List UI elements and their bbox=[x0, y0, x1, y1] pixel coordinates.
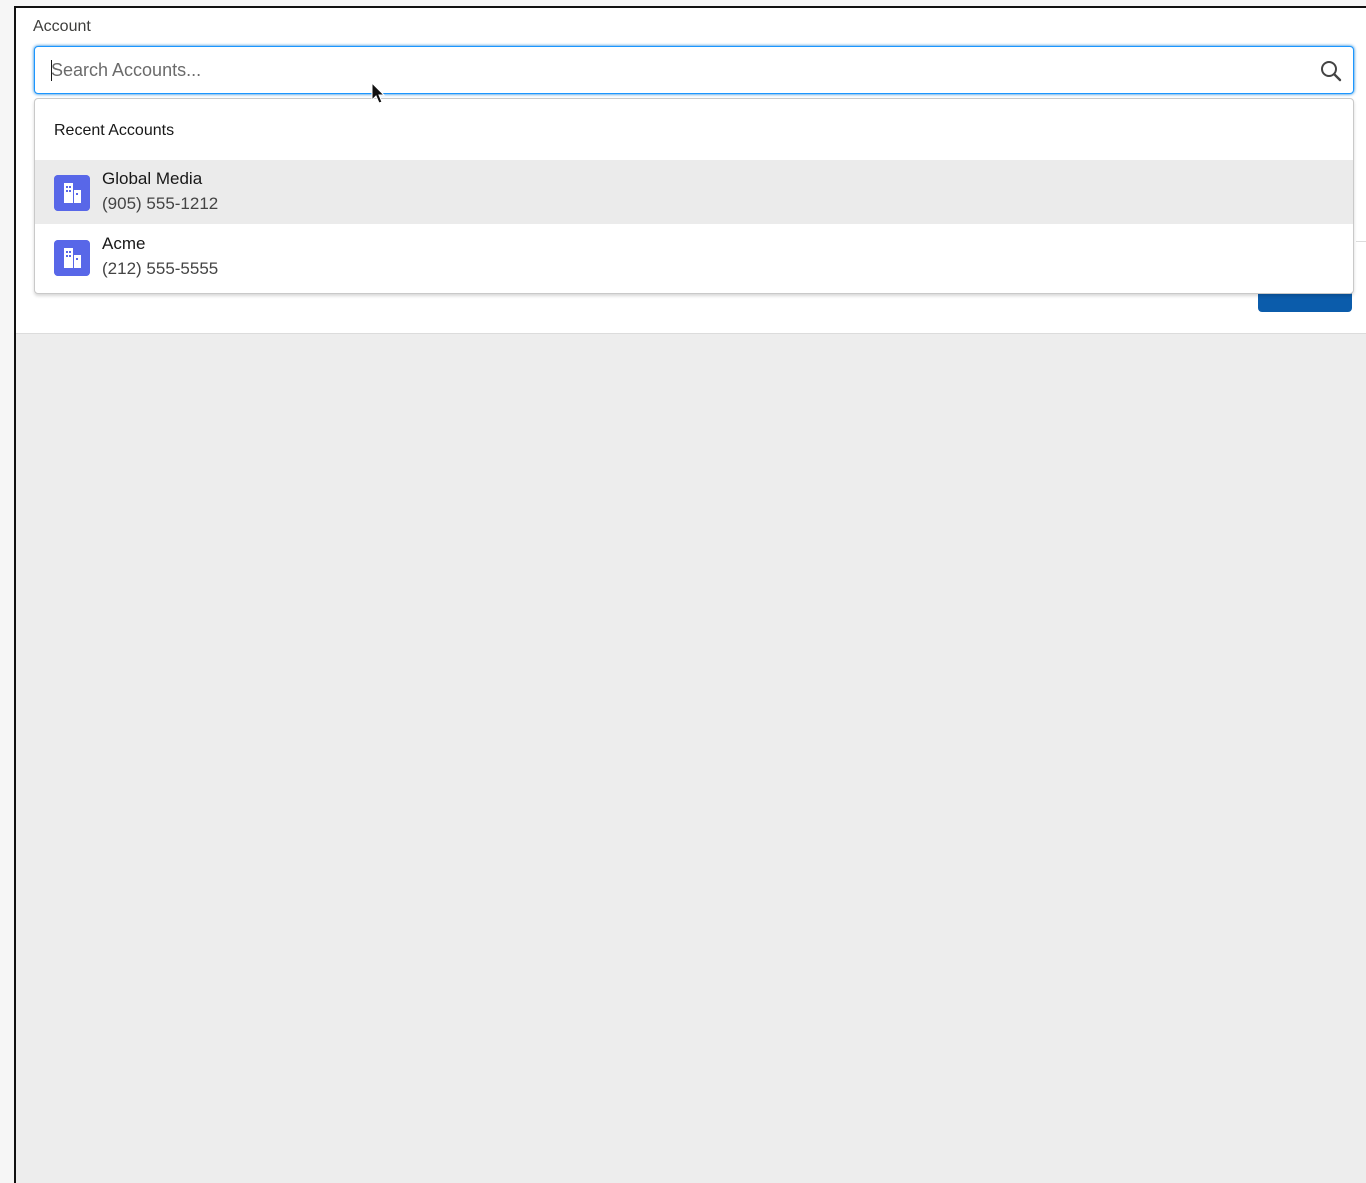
account-name: Global Media bbox=[102, 169, 203, 188]
account-option-acme[interactable]: Acme (212) 555-5555 bbox=[35, 225, 1353, 289]
dropdown-heading: Recent Accounts bbox=[54, 122, 175, 139]
section-divider bbox=[1356, 241, 1366, 242]
mouse-pointer-icon bbox=[371, 82, 386, 104]
recent-accounts-dropdown: Recent Accounts Global Media (905) 555-1… bbox=[34, 98, 1354, 294]
account-phone: (212) 555-5555 bbox=[102, 259, 219, 278]
account-search-input[interactable] bbox=[35, 47, 1311, 93]
account-search-combobox[interactable] bbox=[34, 46, 1354, 94]
form-card: Account Recent Accounts bbox=[16, 8, 1366, 334]
account-icon bbox=[54, 175, 90, 211]
app-window: Account Recent Accounts bbox=[14, 6, 1366, 1183]
account-name: Acme bbox=[102, 234, 146, 253]
account-phone: (905) 555-1212 bbox=[102, 194, 219, 213]
account-icon bbox=[54, 240, 90, 276]
text-caret bbox=[51, 60, 52, 81]
search-icon[interactable] bbox=[1319, 59, 1343, 83]
account-field-label: Account bbox=[33, 18, 91, 35]
account-option-global-media[interactable]: Global Media (905) 555-1212 bbox=[35, 160, 1353, 224]
